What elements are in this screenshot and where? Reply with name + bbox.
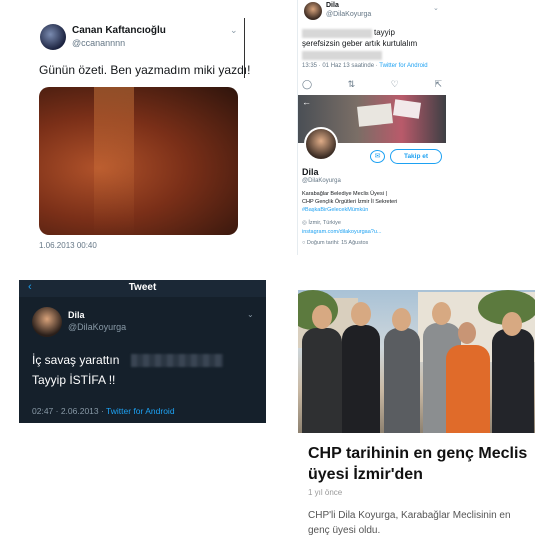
- redacted-text: [302, 51, 382, 60]
- share-icon[interactable]: ⇱: [434, 79, 442, 90]
- bio-hashtag[interactable]: #BaşkaBirGelecekMümkün: [302, 207, 368, 213]
- birthday-text: Doğum tarihi: 15 Ağustos: [306, 240, 369, 246]
- chevron-down-icon[interactable]: ⌄: [230, 25, 238, 36]
- header-title: Tweet: [128, 282, 157, 293]
- tweet-meta: 02:47 · 2.06.2013 · Twitter for Android: [32, 406, 175, 416]
- profile-url[interactable]: instagram.com/dilakoyurgaa?u...: [302, 229, 381, 235]
- bio-line: Karabağlar Belediye Meclis Üyesi |: [302, 191, 387, 197]
- source-link[interactable]: Twitter for Android: [379, 63, 427, 69]
- tweet-meta: 13:35 · 01 Haz 13 saatinde · Twitter for…: [302, 63, 428, 69]
- tweet-media-image[interactable]: [39, 87, 238, 235]
- tweet-profile-dila: Dila @DilaKoyurga ⌄ tayyip şerefsizsin g…: [297, 0, 446, 255]
- author-name[interactable]: Canan Kaftancıoğlu: [72, 25, 166, 36]
- profile-avatar[interactable]: [304, 127, 338, 161]
- message-icon[interactable]: ✉: [370, 150, 385, 163]
- like-icon[interactable]: ♡: [391, 79, 399, 90]
- source-link[interactable]: Twitter for Android: [106, 406, 175, 416]
- follow-button[interactable]: Takip et: [390, 149, 442, 164]
- tweet-card-canan: Canan Kaftancıoğlu @ccanannnn ⌄ Günün öz…: [28, 12, 253, 257]
- bio-line: CHP Gençlik Örgütleri İzmir İl Sekreteri: [302, 199, 398, 205]
- news-article-card[interactable]: CHP tarihinin en genç Meclis üyesi İzmir…: [298, 290, 535, 552]
- tweet-text-line1: İç savaş yarattın: [32, 353, 120, 367]
- article-photo[interactable]: [298, 290, 535, 433]
- retweet-icon[interactable]: ⇅: [348, 79, 356, 90]
- tweet-text: Günün özeti. Ben yazmadım miki yazdı!: [39, 63, 251, 77]
- article-headline[interactable]: CHP tarihinin en genç Meclis üyesi İzmir…: [308, 443, 528, 485]
- article-age: 1 yıl önce: [308, 488, 343, 497]
- tweet-timestamp: 02:47 · 2.06.2013 ·: [32, 406, 107, 416]
- location: ◎ İzmir, Türkiye: [302, 220, 341, 226]
- author-handle[interactable]: @DilaKoyurga: [68, 322, 126, 332]
- location-text: İzmir, Türkiye: [308, 220, 341, 226]
- profile-name: Dila: [302, 167, 319, 177]
- chevron-down-icon[interactable]: ⌄: [433, 4, 439, 12]
- tweet-timestamp[interactable]: 1.06.2013 00:40: [39, 241, 97, 250]
- reply-icon[interactable]: ◯: [302, 79, 312, 90]
- tweet-text-line2: Tayyip İSTİFA !!: [32, 373, 116, 387]
- avatar[interactable]: [304, 2, 322, 20]
- article-description: CHP'li Dila Koyurga, Karabağlar Meclisin…: [308, 510, 511, 536]
- author-name[interactable]: Dila: [68, 310, 85, 320]
- author-handle[interactable]: @DilaKoyurga: [326, 11, 371, 18]
- tweet-card-dila-dark: ‹ Tweet Dila @DilaKoyurga ⌄ İç savaş yar…: [19, 280, 266, 423]
- back-arrow-icon[interactable]: ←: [302, 97, 311, 107]
- avatar[interactable]: [32, 307, 62, 337]
- redacted-text: [302, 29, 372, 38]
- tweet-timestamp: 13:35 · 01 Haz 13 saatinde ·: [302, 63, 380, 69]
- author-name[interactable]: Dila: [326, 2, 339, 9]
- action-bar: ◯ ⇅ ♡ ⇱: [302, 79, 442, 90]
- birthday: ○ Doğum tarihi: 15 Ağustos: [302, 240, 368, 246]
- chevron-down-icon[interactable]: ⌄: [247, 310, 254, 319]
- avatar[interactable]: [40, 24, 66, 50]
- tweet-text-line2: şerefsizsin geber artık kurtulalım: [302, 39, 418, 48]
- tweet-text-line1: tayyip: [374, 28, 395, 37]
- redacted-text: [131, 354, 223, 367]
- profile-handle: @DilaKoyurga: [302, 178, 341, 184]
- author-handle[interactable]: @ccanannnn: [72, 38, 125, 48]
